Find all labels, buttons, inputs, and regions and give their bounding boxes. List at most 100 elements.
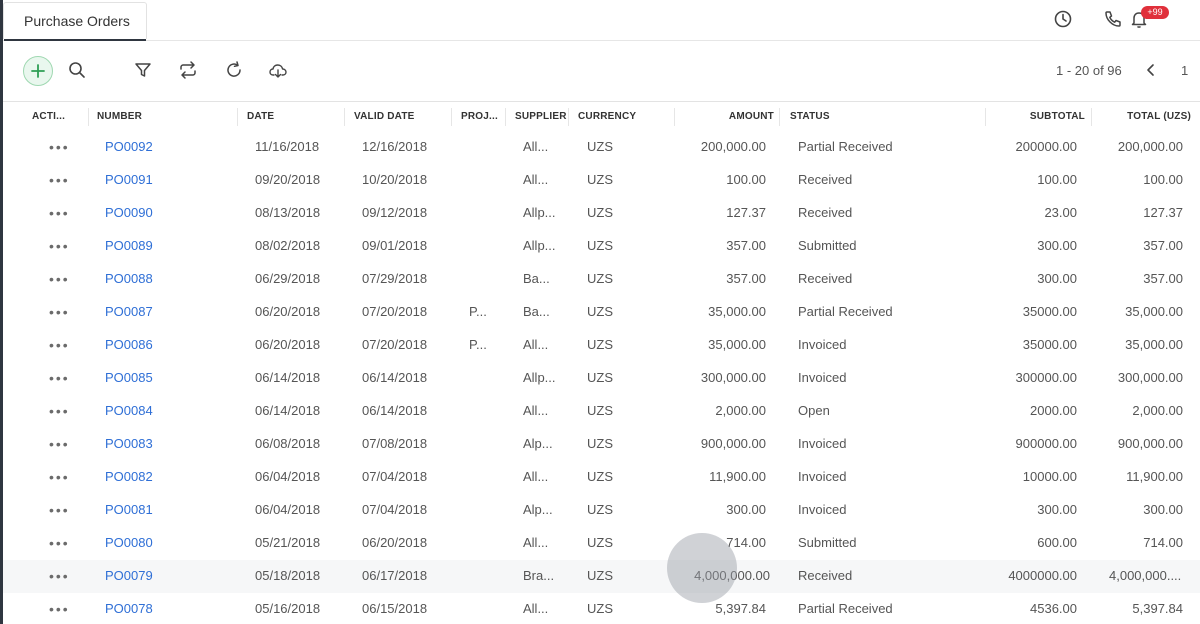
cloud-download-icon[interactable]: [268, 60, 288, 80]
total-cell: 300.00: [1143, 502, 1183, 517]
currency-cell: UZS: [587, 568, 613, 583]
row-actions-icon[interactable]: •••: [49, 362, 70, 394]
valid-date-cell: 06/15/2018: [362, 601, 428, 616]
row-actions-icon[interactable]: •••: [49, 263, 70, 295]
column-separator[interactable]: [88, 108, 89, 126]
table-row[interactable]: ••• PO0084 06/14/2018 06/14/2018 All... …: [3, 395, 1200, 429]
supplier-cell: Alp...: [523, 436, 553, 451]
repeat-icon[interactable]: [178, 60, 198, 80]
po-number-link[interactable]: PO0090: [105, 197, 153, 229]
column-separator[interactable]: [1091, 108, 1092, 126]
po-number-link[interactable]: PO0085: [105, 362, 153, 394]
table-row[interactable]: ••• PO0092 11/16/2018 12/16/2018 All... …: [3, 131, 1200, 165]
row-actions-icon[interactable]: •••: [49, 164, 70, 196]
status-cell: Submitted: [798, 535, 857, 550]
filter-icon[interactable]: [133, 60, 153, 80]
column-separator[interactable]: [674, 108, 675, 126]
date-cell: 05/16/2018: [255, 601, 321, 616]
column-header-project[interactable]: PROJ...: [461, 102, 503, 132]
row-actions-icon[interactable]: •••: [49, 296, 70, 328]
po-number-link[interactable]: PO0082: [105, 461, 153, 493]
po-number-link[interactable]: PO0078: [105, 593, 153, 624]
po-number-link[interactable]: PO0080: [105, 527, 153, 559]
po-number-link[interactable]: PO0092: [105, 131, 153, 163]
row-actions-icon[interactable]: •••: [49, 329, 70, 361]
supplier-cell: All...: [523, 535, 549, 550]
table-row[interactable]: ••• PO0079 05/18/2018 06/17/2018 Bra... …: [3, 560, 1200, 594]
table-row[interactable]: ••• PO0082 06/04/2018 07/04/2018 All... …: [3, 461, 1200, 495]
po-number-link[interactable]: PO0083: [105, 428, 153, 460]
po-number-link[interactable]: PO0086: [105, 329, 153, 361]
row-actions-icon[interactable]: •••: [49, 395, 70, 427]
subtotal-cell: 600.00: [1037, 535, 1077, 550]
valid-date-cell: 07/20/2018: [362, 304, 428, 319]
column-header-subtotal[interactable]: SUBTOTAL: [995, 102, 1085, 132]
supplier-cell: Ba...: [523, 304, 550, 319]
po-number-link[interactable]: PO0079: [105, 560, 153, 592]
phone-icon[interactable]: [1102, 8, 1124, 30]
table-row[interactable]: ••• PO0089 08/02/2018 09/01/2018 Allp...…: [3, 230, 1200, 264]
total-cell: 35,000.00: [1125, 304, 1183, 319]
amount-cell: 300.00: [726, 502, 766, 517]
po-number-link[interactable]: PO0087: [105, 296, 153, 328]
column-separator[interactable]: [568, 108, 569, 126]
table-row[interactable]: ••• PO0078 05/16/2018 06/15/2018 All... …: [3, 593, 1200, 624]
table-row[interactable]: ••• PO0088 06/29/2018 07/29/2018 Ba... U…: [3, 263, 1200, 297]
valid-date-cell: 10/20/2018: [362, 172, 428, 187]
column-separator[interactable]: [985, 108, 986, 126]
column-separator[interactable]: [451, 108, 452, 126]
po-number-link[interactable]: PO0081: [105, 494, 153, 526]
column-separator[interactable]: [505, 108, 506, 126]
table-row[interactable]: ••• PO0087 06/20/2018 07/20/2018 P... Ba…: [3, 296, 1200, 330]
column-separator[interactable]: [237, 108, 238, 126]
row-actions-icon[interactable]: •••: [49, 197, 70, 229]
total-cell: 35,000.00: [1125, 337, 1183, 352]
column-header-amount[interactable]: AMOUNT: [684, 102, 774, 132]
row-actions-icon[interactable]: •••: [49, 527, 70, 559]
supplier-cell: All...: [523, 403, 549, 418]
table-row[interactable]: ••• PO0083 06/08/2018 07/08/2018 Alp... …: [3, 428, 1200, 462]
chevron-left-icon[interactable]: [1143, 61, 1159, 79]
table-row[interactable]: ••• PO0090 08/13/2018 09/12/2018 Allp...…: [3, 197, 1200, 231]
po-number-link[interactable]: PO0084: [105, 395, 153, 427]
column-header-supplier[interactable]: SUPPLIER: [515, 102, 567, 132]
column-header-total[interactable]: TOTAL (UZS): [1101, 102, 1191, 132]
column-header-date[interactable]: DATE: [247, 102, 337, 132]
row-actions-icon[interactable]: •••: [49, 461, 70, 493]
table-row[interactable]: ••• PO0085 06/14/2018 06/14/2018 Allp...…: [3, 362, 1200, 396]
table-row[interactable]: ••• PO0086 06/20/2018 07/20/2018 P... Al…: [3, 329, 1200, 363]
column-header-status[interactable]: STATUS: [790, 102, 910, 132]
refresh-icon[interactable]: [224, 60, 244, 80]
total-cell: 5,397.84: [1132, 601, 1183, 616]
row-actions-icon[interactable]: •••: [49, 560, 70, 592]
column-separator[interactable]: [779, 108, 780, 126]
supplier-cell: All...: [523, 469, 549, 484]
search-icon[interactable]: [67, 60, 87, 80]
po-number-link[interactable]: PO0088: [105, 263, 153, 295]
plus-icon: [31, 64, 45, 78]
add-button[interactable]: [23, 56, 53, 86]
current-page[interactable]: 1: [1181, 63, 1188, 78]
column-header-currency[interactable]: CURRENCY: [578, 102, 658, 132]
column-header-valid-date[interactable]: VALID DATE: [354, 102, 444, 132]
table-row[interactable]: ••• PO0091 09/20/2018 10/20/2018 All... …: [3, 164, 1200, 198]
row-actions-icon[interactable]: •••: [49, 428, 70, 460]
column-header-number[interactable]: NUMBER: [97, 102, 217, 132]
row-actions-icon[interactable]: •••: [49, 131, 70, 163]
po-number-link[interactable]: PO0089: [105, 230, 153, 262]
column-separator[interactable]: [344, 108, 345, 126]
row-actions-icon[interactable]: •••: [49, 494, 70, 526]
po-number-link[interactable]: PO0091: [105, 164, 153, 196]
column-header-actions[interactable]: ACTI...: [32, 102, 72, 132]
table-row[interactable]: ••• PO0081 06/04/2018 07/04/2018 Alp... …: [3, 494, 1200, 528]
row-actions-icon[interactable]: •••: [49, 593, 70, 624]
toolbar: 1 - 20 of 96 1: [3, 41, 1200, 102]
amount-cell: 714.00: [726, 535, 766, 550]
amount-cell: 300,000.00: [700, 370, 766, 385]
row-actions-icon[interactable]: •••: [49, 230, 70, 262]
table-row[interactable]: ••• PO0080 05/21/2018 06/20/2018 All... …: [3, 527, 1200, 561]
amount-cell: 35,000.00: [708, 304, 766, 319]
status-cell: Received: [798, 568, 853, 583]
history-icon[interactable]: [1052, 8, 1074, 30]
tab-purchase-orders[interactable]: Purchase Orders: [3, 2, 147, 41]
